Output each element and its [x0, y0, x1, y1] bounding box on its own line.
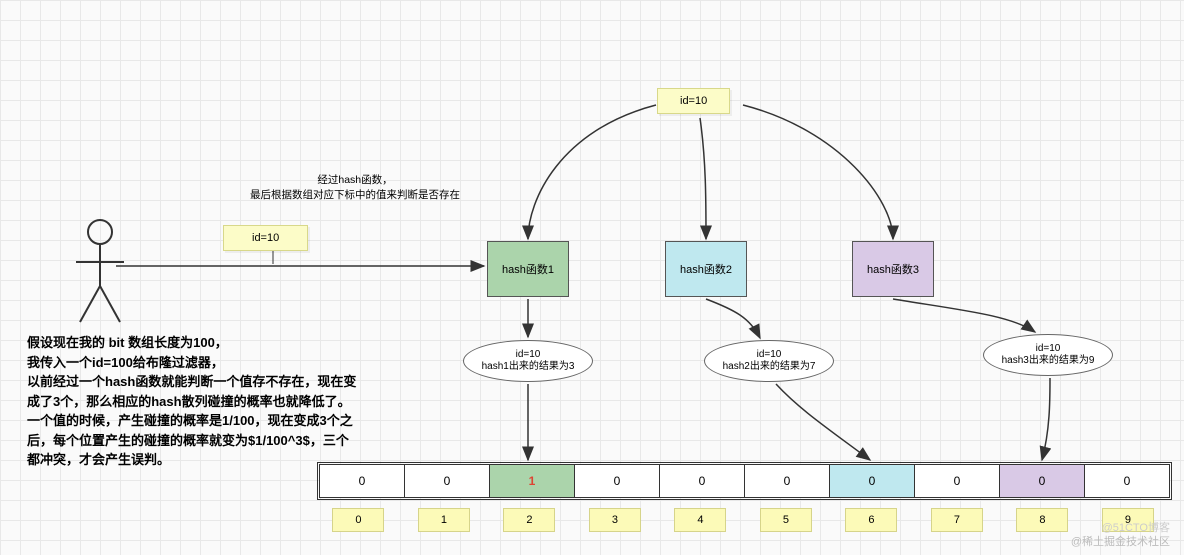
description-text: 假设现在我的 bit 数组长度为100， 我传入一个id=100给布隆过滤器， … [27, 333, 457, 470]
desc-l6: 后，每个位置产生的碰撞的概率就变为$1/100^3$，三个 [27, 431, 457, 451]
bit-cell-9: 0 [1085, 465, 1169, 497]
stick-figure-icon [70, 218, 130, 328]
bit-array: 0 0 1 0 0 0 0 0 0 0 [317, 462, 1172, 500]
hash-result-2: id=10 hash2出来的结果为7 [704, 340, 834, 382]
bit-cell-2: 1 [490, 465, 575, 497]
bit-cell-4: 0 [660, 465, 745, 497]
hash-func-3: hash函数3 [852, 241, 934, 297]
bit-cell-0: 0 [320, 465, 405, 497]
hash-func-2: hash函数2 [665, 241, 747, 297]
hash-note: 经过hash函数， 最后根据数组对应下标中的值来判断是否存在 [250, 172, 460, 202]
index-row: 0 1 2 3 4 5 6 7 8 9 [317, 508, 1172, 536]
index-0: 0 [332, 508, 384, 532]
index-5: 5 [760, 508, 812, 532]
bit-cell-6: 0 [830, 465, 915, 497]
oval3-l1: id=10 [1036, 343, 1061, 355]
note-line-1: 经过hash函数， [250, 172, 460, 187]
bit-cell-5: 0 [745, 465, 830, 497]
input-sticky-top: id=10 [657, 88, 730, 114]
note-line-2: 最后根据数组对应下标中的值来判断是否存在 [250, 187, 460, 202]
watermark-1: @稀土掘金技术社区 [1071, 533, 1170, 549]
index-1: 1 [418, 508, 470, 532]
desc-l3: 以前经过一个hash函数就能判断一个值存不存在，现在变 [27, 372, 457, 392]
bit-cell-1: 0 [405, 465, 490, 497]
oval1-l2: hash1出来的结果为3 [482, 361, 575, 373]
oval2-l1: id=10 [757, 349, 782, 361]
index-4: 4 [674, 508, 726, 532]
bit-cell-7: 0 [915, 465, 1000, 497]
bit-cell-3: 0 [575, 465, 660, 497]
index-8: 8 [1016, 508, 1068, 532]
index-7: 7 [931, 508, 983, 532]
input-sticky-left: id=10 [223, 225, 308, 251]
hash-func-1: hash函数1 [487, 241, 569, 297]
oval2-l2: hash2出来的结果为7 [723, 361, 816, 373]
oval1-l1: id=10 [516, 349, 541, 361]
hash-result-1: id=10 hash1出来的结果为3 [463, 340, 593, 382]
bit-cell-8: 0 [1000, 465, 1085, 497]
index-3: 3 [589, 508, 641, 532]
index-6: 6 [845, 508, 897, 532]
hash-result-3: id=10 hash3出来的结果为9 [983, 334, 1113, 376]
oval3-l2: hash3出来的结果为9 [1002, 355, 1095, 367]
index-2: 2 [503, 508, 555, 532]
desc-l2: 我传入一个id=100给布隆过滤器， [27, 353, 457, 373]
desc-l4: 成了3个，那么相应的hash散列碰撞的概率也就降低了。 [27, 392, 457, 412]
desc-l1: 假设现在我的 bit 数组长度为100， [27, 333, 457, 353]
desc-l5: 一个值的时候，产生碰撞的概率是1/100，现在变成3个之 [27, 411, 457, 431]
